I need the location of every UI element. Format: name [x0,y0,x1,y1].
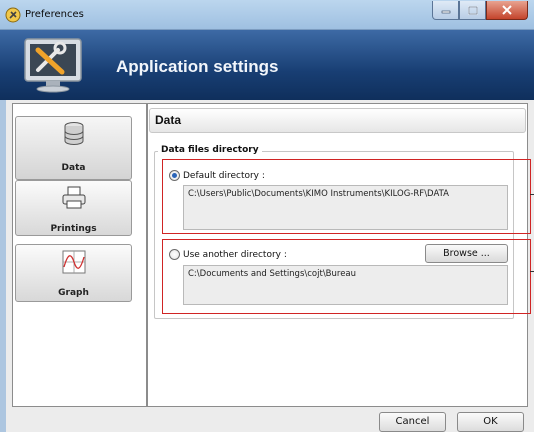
sidebar-item-label: Graph [58,288,89,298]
edge-mark [530,271,534,272]
window-title: Preferences [25,9,84,20]
graph-icon [62,250,86,274]
sidebar-item-graph[interactable]: Graph [15,244,132,302]
sidebar-item-data[interactable]: Data [15,116,132,180]
banner-title: Application settings [116,57,279,76]
ok-button[interactable]: OK [457,412,524,432]
close-icon [502,5,512,15]
printer-icon [62,186,86,209]
edge-mark [530,194,534,195]
window-titlebar: Preferences [0,0,534,30]
database-icon [64,122,84,145]
maximize-icon [467,5,478,15]
section-header: Data [149,108,526,133]
close-button[interactable] [486,1,528,20]
section-title: Data [155,113,182,127]
group-title: Data files directory [158,145,262,155]
highlight-box-default [162,159,531,234]
app-icon [5,7,21,23]
minimize-icon [441,10,450,14]
sidebar-item-label: Printings [50,224,97,234]
minimize-button[interactable] [432,1,459,20]
sidebar-item-printings[interactable]: Printings [15,180,132,236]
header-banner: Application settings [0,30,534,100]
sidebar-item-label: Data [61,163,86,173]
window-controls [432,1,528,20]
cancel-button[interactable]: Cancel [379,412,446,432]
maximize-button[interactable] [459,1,486,20]
tools-monitor-icon [24,38,82,93]
highlight-box-other [162,239,531,314]
